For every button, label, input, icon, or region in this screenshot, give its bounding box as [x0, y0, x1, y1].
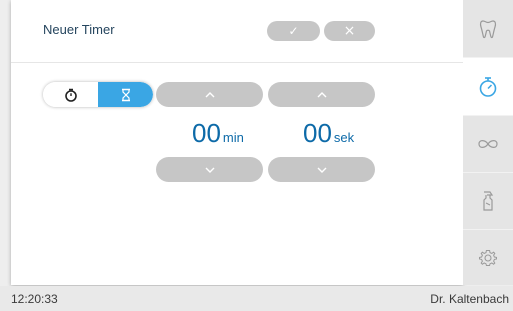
sidebar-nav — [463, 0, 513, 285]
dialog-title: Neuer Timer — [43, 22, 115, 37]
cancel-label: × — [343, 23, 356, 39]
tooth-icon — [479, 19, 497, 38]
mode-countdown-button[interactable] — [98, 82, 153, 107]
seconds-value: 00 — [303, 118, 332, 148]
chevron-up-icon — [205, 91, 214, 97]
new-timer-dialog: Neuer Timer ✓ × 00 min 00 sek — [11, 0, 463, 285]
chevron-down-icon — [205, 167, 214, 173]
sidebar-item-settings[interactable] — [463, 230, 513, 285]
cancel-button[interactable]: × — [324, 21, 375, 41]
brand-name: Dr. Kaltenbach — [430, 292, 509, 306]
timer-icon — [479, 76, 497, 97]
sidebar-item-disinfection[interactable] — [463, 173, 513, 229]
chevron-down-icon — [317, 167, 326, 173]
spray-bottle-icon — [483, 191, 494, 211]
timer-screen: Neuer Timer ✓ × 00 min 00 sek 12:20:33 D… — [0, 0, 513, 311]
timer-mode-toggle — [43, 82, 153, 107]
seconds-decrement-button[interactable] — [268, 157, 375, 182]
sidebar-item-treatment[interactable] — [463, 0, 513, 57]
seconds-increment-button[interactable] — [268, 82, 375, 107]
minutes-value: 00 — [192, 118, 221, 148]
stopwatch-icon — [64, 88, 77, 102]
sidebar-item-timer[interactable] — [463, 58, 513, 115]
minutes-display: 00 min — [192, 118, 244, 149]
confirm-label: ✓ — [288, 24, 299, 38]
chevron-up-icon — [317, 91, 326, 97]
confirm-button[interactable]: ✓ — [267, 21, 320, 41]
infinity-icon — [478, 140, 498, 148]
minutes-unit: min — [222, 130, 244, 145]
minutes-increment-button[interactable] — [156, 82, 263, 107]
clock-time: 12:20:33 — [11, 292, 58, 306]
settings-gear-icon — [479, 249, 497, 266]
status-bar: 12:20:33 Dr. Kaltenbach — [0, 286, 513, 311]
minutes-decrement-button[interactable] — [156, 157, 263, 182]
seconds-unit: sek — [333, 130, 355, 145]
header-divider — [11, 62, 463, 63]
sidebar-item-continuous[interactable] — [463, 116, 513, 172]
hourglass-icon — [121, 88, 130, 101]
seconds-display: 00 sek — [303, 118, 354, 149]
mode-stopwatch-button[interactable] — [43, 82, 98, 107]
